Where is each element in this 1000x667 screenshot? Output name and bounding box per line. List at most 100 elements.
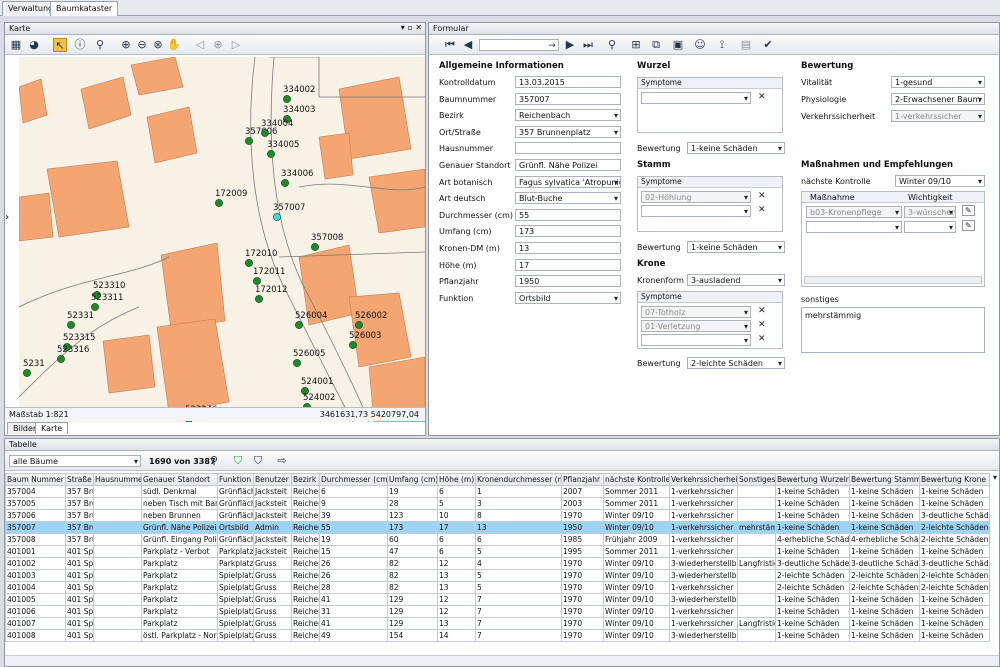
krone-bewertung-select[interactable]: 2-leichte Schäden (687, 357, 785, 369)
export-icon[interactable]: ⇨ (275, 454, 289, 468)
tree-marker[interactable] (293, 359, 301, 367)
tree-marker[interactable] (295, 321, 303, 329)
column-header[interactable]: Bezirk (291, 473, 320, 486)
globe-icon[interactable]: ⊕ (211, 38, 225, 52)
table-row[interactable]: 401007401 Spielplatz ParkplatzSpielplatzG… (5, 617, 1000, 630)
field-input[interactable]: Reichenbach (515, 109, 621, 122)
column-header[interactable]: Sonstiges (737, 473, 776, 486)
zoom-extent-icon[interactable]: ⊗ (151, 38, 165, 52)
save-icon[interactable]: ▤ (739, 38, 753, 52)
grid-horizontal-scrollbar[interactable] (804, 276, 982, 284)
tab-baumkataster[interactable]: Baumkataster (50, 1, 119, 16)
delete-icon[interactable]: ✕ (758, 306, 766, 316)
wurzel-bewertung-select[interactable]: 1-keine Schäden (687, 142, 785, 154)
tree-marker[interactable] (253, 277, 261, 285)
krone-symptom-select-1[interactable]: 07-Totholz (641, 306, 751, 318)
tree-marker[interactable] (311, 243, 319, 251)
tree-marker[interactable] (215, 199, 223, 207)
go-arrow-icon[interactable]: → (545, 39, 559, 53)
massnahme-select-empty[interactable] (806, 221, 902, 233)
column-header[interactable]: Bewertung Krone (919, 473, 990, 486)
column-header[interactable]: Pflanzjahr (561, 473, 604, 486)
column-header[interactable]: Durchmesser (cm) (319, 473, 388, 486)
tree-marker[interactable] (245, 259, 253, 267)
tree-marker[interactable] (261, 129, 269, 137)
field-input[interactable]: 357007 (515, 92, 621, 105)
table-row[interactable]: 401006401 Spielplatz ParkplatzSpielplatzG… (5, 605, 1000, 618)
tab-karte[interactable]: Karte (35, 422, 69, 434)
column-header[interactable]: Benutzer (253, 473, 292, 486)
field-input[interactable]: Ortsbild (515, 291, 621, 304)
massnahme-select[interactable]: b03-Kronenpflege (806, 206, 902, 218)
column-header[interactable]: Hausnummer (93, 473, 142, 486)
column-header[interactable]: Genauer Standort (141, 473, 218, 486)
field-input[interactable]: 13 (515, 242, 621, 254)
filter-select[interactable]: alle Bäume (9, 455, 141, 467)
confirm-check-icon[interactable]: ✔ (761, 38, 775, 52)
filter-add-icon[interactable]: ⛉ (231, 454, 245, 468)
delete-icon[interactable]: ✕ (758, 92, 766, 102)
first-record-icon[interactable]: ⏮ (443, 38, 457, 52)
delete-icon[interactable]: ✕ (758, 334, 766, 344)
location-pin-icon[interactable]: ⚲ (93, 38, 107, 52)
column-header[interactable]: Kronendurchmesser (m) (475, 473, 562, 486)
zoom-out-icon[interactable]: ⊖ (135, 38, 149, 52)
palette-icon[interactable]: ◕ (27, 38, 41, 52)
last-record-icon[interactable]: ⏭ (581, 38, 595, 52)
verkehrssicherheit-select[interactable]: 1-verkehrssicher (891, 110, 985, 122)
wurzel-symptom-select[interactable] (641, 92, 751, 104)
field-input[interactable]: 173 (515, 225, 621, 238)
field-input[interactable]: 13.03.2015 (515, 76, 621, 88)
tree-marker[interactable] (349, 341, 357, 349)
tree-marker[interactable] (23, 369, 31, 377)
sonstiges-textarea[interactable]: mehrstämmig (801, 307, 985, 353)
table-row[interactable]: 401008401 Spielplatz östl. Parkplatz - No… (5, 629, 1000, 642)
kronenform-select[interactable]: 3-ausladend (687, 274, 785, 286)
field-input[interactable]: 1950 (515, 275, 621, 288)
table-row[interactable]: 401001401 Spielplatz Parkplatz - VerbotPa… (5, 545, 1000, 558)
delete-icon[interactable]: ✕ (758, 320, 766, 330)
zoom-in-icon[interactable]: ⊕ (119, 38, 133, 52)
pan-hand-icon[interactable]: ✋ (167, 38, 181, 52)
field-input[interactable] (515, 142, 621, 155)
copy-record-icon[interactable]: ⧉ (649, 38, 663, 52)
tree-marker[interactable] (283, 95, 291, 103)
table-row[interactable]: 357008357 Brunnenplatz Grünfl. Eingang Po… (5, 533, 1000, 546)
physiologie-select[interactable]: 2-Erwachsener Baum (891, 93, 985, 105)
tree-marker[interactable] (355, 321, 363, 329)
table-row[interactable]: 357006357 Brunnenplatz neben BrunnenGrünf… (5, 509, 1000, 522)
map-canvas[interactable]: 3340023340033570063340043340053340061720… (19, 57, 425, 422)
delete-icon[interactable]: ✕ (758, 205, 766, 215)
pdf-icon[interactable]: ⟟ (715, 38, 729, 52)
tree-marker[interactable] (255, 295, 263, 303)
vitalitaet-select[interactable]: 1-gesund (891, 76, 985, 88)
column-header[interactable]: Bewertung Wurzeln (775, 473, 850, 486)
expand-arrow-icon[interactable]: › (5, 212, 13, 223)
next-record-icon[interactable]: ▶ (563, 38, 577, 52)
edit-icon[interactable]: ✎ (962, 205, 975, 216)
back-icon[interactable]: ◁ (193, 38, 207, 52)
column-header[interactable]: Straße (65, 473, 94, 486)
map-pin-icon[interactable]: ⚲ (605, 38, 619, 52)
field-input[interactable]: 55 (515, 208, 621, 221)
table-row[interactable]: 357007357 Brunnenplatz Grünfl. Nähe Poliz… (5, 521, 1000, 534)
tree-marker[interactable] (267, 150, 275, 158)
table-row[interactable]: 357005357 Brunnenplatz neben Tisch mit Ba… (5, 497, 1000, 510)
field-input[interactable]: Grünfl. Nähe Polizei (515, 159, 621, 171)
column-header[interactable]: nächste Kontrolle (603, 473, 670, 486)
map-pin-icon[interactable]: ⚲ (207, 454, 221, 468)
column-header[interactable]: Funktion (217, 473, 254, 486)
field-input[interactable]: 17 (515, 258, 621, 271)
stamm-bewertung-select[interactable]: 1-keine Schäden (687, 241, 785, 253)
table-row[interactable]: 401005401 Spielplatz ParkplatzSpielplatzG… (5, 593, 1000, 606)
table-row[interactable]: 401003401 Spielplatz ParkplatzSpielplatzG… (5, 569, 1000, 582)
stamm-symptom-select-1[interactable]: 02-Höhlung (641, 191, 751, 203)
tree-marker[interactable] (67, 321, 75, 329)
panel-pin-icon[interactable]: ▾ ▫ ✕ (401, 23, 422, 32)
filter-remove-icon[interactable]: ⛉ (251, 454, 265, 468)
grid-scrollbar[interactable] (5, 655, 999, 666)
wichtigkeit-select-empty[interactable] (904, 221, 956, 233)
edit-icon[interactable]: ✎ (962, 220, 975, 231)
tree-marker[interactable] (273, 213, 281, 221)
column-header[interactable]: Umfang (cm) (387, 473, 438, 486)
